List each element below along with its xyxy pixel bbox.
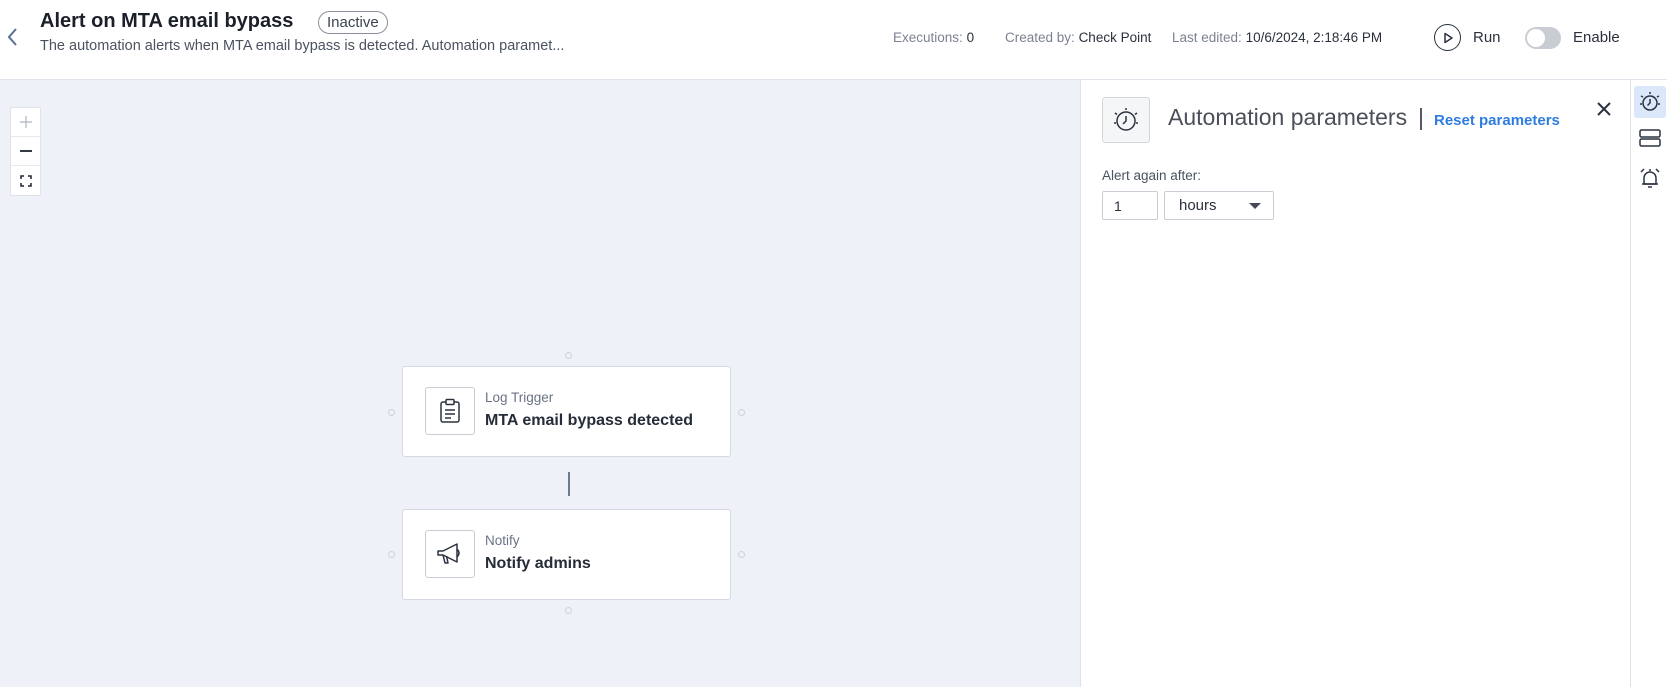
- node-name: MTA email bypass detected: [485, 412, 694, 429]
- chevron-left-icon: [7, 28, 17, 46]
- status-badge: Inactive: [318, 11, 388, 34]
- page-header: Alert on MTA email bypass Inactive The a…: [0, 0, 1667, 80]
- fit-screen-button[interactable]: [11, 166, 40, 195]
- created-by-label: Created by:: [1005, 30, 1075, 45]
- rail-alarm-button[interactable]: [1634, 162, 1666, 194]
- megaphone-icon: [425, 530, 475, 578]
- automation-parameters-panel: Automation parameters | Reset parameters…: [1080, 80, 1630, 687]
- page-title: Alert on MTA email bypass: [40, 10, 294, 32]
- node-connector: [568, 472, 570, 496]
- rail-parameters-button[interactable]: [1634, 86, 1666, 118]
- last-edited-meta: Last edited: 10/6/2024, 2:18:46 PM: [1172, 30, 1382, 45]
- reset-parameters-link[interactable]: Reset parameters: [1434, 112, 1560, 129]
- node-port-top[interactable]: [565, 352, 572, 359]
- run-button[interactable]: Run: [1434, 24, 1501, 51]
- enable-label: Enable: [1573, 29, 1620, 46]
- time-unit-value: hours: [1179, 197, 1217, 214]
- page-description: The automation alerts when MTA email byp…: [40, 38, 565, 54]
- title-separator: |: [1418, 104, 1424, 130]
- node-port-right[interactable]: [738, 551, 745, 558]
- node-port-left[interactable]: [388, 551, 395, 558]
- created-by-meta: Created by: Check Point: [1005, 30, 1151, 45]
- executions-meta: Executions: 0: [893, 30, 974, 45]
- node-port-bottom[interactable]: [565, 607, 572, 614]
- workflow-node-notify[interactable]: Notify Notify admins: [402, 509, 731, 600]
- clipboard-icon: [425, 387, 475, 435]
- alarm-gear-icon: [1640, 92, 1660, 111]
- created-by-value: Check Point: [1078, 30, 1152, 45]
- node-port-right[interactable]: [738, 409, 745, 416]
- alert-again-label: Alert again after:: [1102, 168, 1202, 183]
- caret-down-icon: [1249, 203, 1261, 209]
- rail-layout-button[interactable]: [1634, 122, 1666, 154]
- zoom-controls: [10, 107, 41, 196]
- enable-toggle[interactable]: [1525, 27, 1561, 49]
- right-rail: [1630, 80, 1667, 687]
- panel-title: Automation parameters: [1168, 104, 1408, 130]
- close-button[interactable]: [1593, 98, 1615, 120]
- last-edited-value: 10/6/2024, 2:18:46 PM: [1245, 30, 1383, 45]
- toggle-knob: [1527, 29, 1545, 47]
- node-name: Notify admins: [485, 555, 591, 572]
- alert-interval-input[interactable]: [1102, 191, 1158, 220]
- plus-icon: [19, 116, 32, 128]
- alarm-gear-icon: [1102, 97, 1150, 143]
- node-type: Notify: [485, 533, 520, 548]
- time-unit-select[interactable]: hours: [1164, 191, 1274, 220]
- node-type: Log Trigger: [485, 390, 554, 405]
- run-label: Run: [1473, 29, 1501, 46]
- alarm-bell-icon: [1640, 168, 1660, 188]
- last-edited-label: Last edited:: [1172, 30, 1242, 45]
- executions-label: Executions:: [893, 30, 963, 45]
- minus-icon: [19, 150, 32, 152]
- play-icon: [1434, 24, 1461, 51]
- back-button[interactable]: [2, 24, 22, 50]
- close-icon: [1597, 102, 1611, 116]
- zoom-out-button[interactable]: [11, 137, 40, 166]
- layers-icon: [1639, 129, 1661, 147]
- fullscreen-icon: [19, 174, 32, 187]
- executions-value: 0: [966, 30, 975, 45]
- workflow-node-trigger[interactable]: Log Trigger MTA email bypass detected: [402, 366, 731, 457]
- node-port-left[interactable]: [388, 409, 395, 416]
- zoom-in-button[interactable]: [11, 108, 40, 137]
